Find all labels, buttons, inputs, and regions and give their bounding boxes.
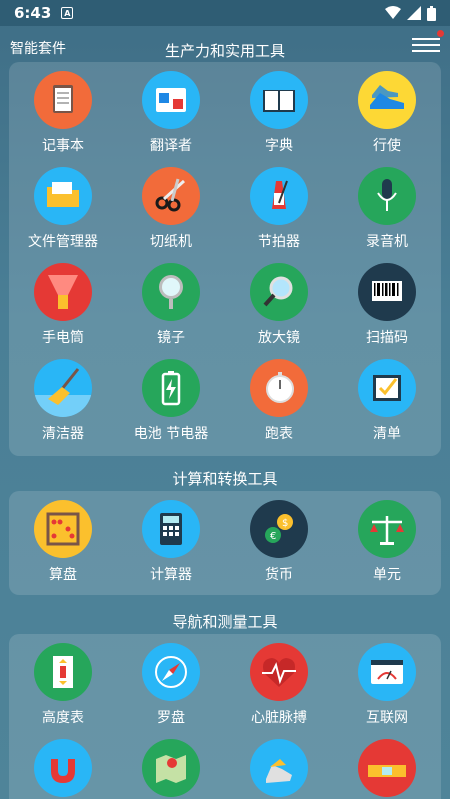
tool-label: 跑表 [265,426,293,442]
wifi-icon [385,6,401,19]
tool-tile[interactable]: 手电筒 [9,254,117,350]
magnet-icon [34,739,92,797]
scissors-icon [142,167,200,225]
svg-text:$: $ [282,518,288,529]
sneaker-icon [358,71,416,129]
tool-label: 清洁器 [42,426,84,442]
tool-tile[interactable]: 清单 [333,350,441,446]
tool-tile[interactable] [225,730,333,799]
tool-tile[interactable]: 高度表 [9,634,117,730]
tool-label: 罗盘 [157,710,185,726]
tool-tile[interactable]: 翻译者 [117,62,225,158]
tool-label: 行使 [373,138,401,154]
tool-tile[interactable]: 扫描码 [333,254,441,350]
tool-tile[interactable]: 镜子 [117,254,225,350]
section-title-productivity: 生产力和实用工具 [164,42,285,60]
heart-pulse-icon [250,643,308,701]
dictionary-icon [250,71,308,129]
currency-icon: $ € [250,500,308,558]
tool-label: 单元 [373,567,401,583]
flashlight-icon [34,263,92,321]
scale-icon [358,500,416,558]
broom-icon [34,359,92,417]
notepad-icon [34,71,92,129]
magnifier-icon [250,263,308,321]
compass-icon [142,643,200,701]
status-bar: 6:43 A [0,0,450,26]
tool-label: 清单 [373,426,401,442]
tool-label: 互联网 [366,710,408,726]
tool-tile[interactable]: 节拍器 [225,158,333,254]
calculation-card: 算盘 计算器 $ € 货币 单元 [9,491,441,595]
svg-text:€: € [270,531,276,542]
tool-tile[interactable]: 罗盘 [117,634,225,730]
tool-label: 放大镜 [258,330,300,346]
tool-label: 货币 [265,567,293,583]
section-title-navigation: 导航和测量工具 [172,613,278,631]
tool-label: 镜子 [157,330,185,346]
tool-tile[interactable]: $ € 货币 [225,491,333,587]
tool-label: 翻译者 [150,138,192,154]
mirror-icon [142,263,200,321]
level-icon [358,739,416,797]
elevator-icon [34,643,92,701]
notification-dot [437,30,444,37]
tool-label: 手电筒 [42,330,84,346]
tool-tile[interactable]: 字典 [225,62,333,158]
calculator-icon [142,500,200,558]
tool-tile[interactable]: 录音机 [333,158,441,254]
metronome-icon [250,167,308,225]
tool-tile[interactable]: 文件管理器 [9,158,117,254]
tool-label: 算盘 [49,567,77,583]
barcode-icon [358,263,416,321]
map-icon [142,739,200,797]
tool-tile[interactable]: 计算器 [117,491,225,587]
tool-label: 电池 节电器 [133,426,209,442]
checklist-icon [358,359,416,417]
tool-tile[interactable] [9,730,117,799]
status-time: 6:43 [14,4,52,22]
notification-icon: A [61,7,74,19]
tool-label: 扫描码 [366,330,408,346]
tool-tile[interactable]: 行使 [333,62,441,158]
tool-tile[interactable]: 互联网 [333,634,441,730]
tool-label: 记事本 [42,138,84,154]
battery-icon [142,359,200,417]
tool-label: 字典 [265,138,293,154]
tool-label: 心脏脉搏 [251,710,307,726]
tool-tile[interactable]: 单元 [333,491,441,587]
speedometer-icon [358,643,416,701]
tool-tile[interactable] [117,730,225,799]
navigation-card: 高度表 罗盘 心脏脉搏 互联网 [9,634,441,799]
pedometer-icon [250,739,308,797]
section-title-calculation: 计算和转换工具 [172,470,278,488]
productivity-card: 记事本 翻译者 字典 行使文件管理器 切纸机 节拍器 录音机手电筒 镜子 放大镜 扫描码清洁器 电池… [9,62,441,456]
translate-icon [142,71,200,129]
tool-tile[interactable]: 算盘 [9,491,117,587]
tool-tile[interactable]: 放大镜 [225,254,333,350]
tool-tile[interactable] [333,730,441,799]
stopwatch-icon [250,359,308,417]
tool-label: 录音机 [366,234,408,250]
tool-label: 计算器 [150,567,192,583]
signal-icon [407,6,421,20]
tool-tile[interactable]: 清洁器 [9,350,117,446]
folder-icon [34,167,92,225]
tool-tile[interactable]: 心脏脉搏 [225,634,333,730]
tool-tile[interactable]: 切纸机 [117,158,225,254]
battery-status-icon [427,5,436,21]
tool-tile[interactable]: 记事本 [9,62,117,158]
tool-label: 切纸机 [150,234,192,250]
tool-label: 高度表 [42,710,84,726]
tool-tile[interactable]: 跑表 [225,350,333,446]
tool-label: 节拍器 [258,234,300,250]
abacus-icon [34,500,92,558]
tool-label: 文件管理器 [28,234,98,250]
tool-tile[interactable]: 电池 节电器 [117,350,225,446]
microphone-icon [358,167,416,225]
